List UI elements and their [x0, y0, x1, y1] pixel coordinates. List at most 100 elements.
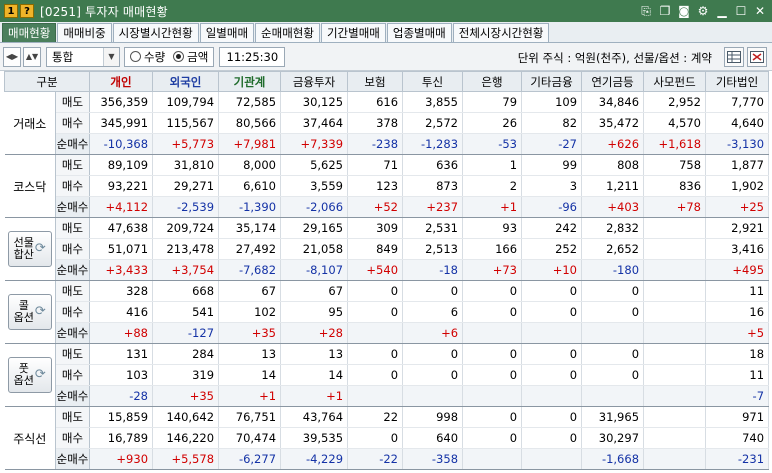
table-cell: 89,109: [89, 154, 154, 176]
market-select-value: 통합: [52, 49, 74, 64]
table-cell: -28: [89, 385, 154, 407]
col-header-insurance[interactable]: 보험: [347, 71, 404, 92]
refresh-icon[interactable]: ⟳: [35, 242, 46, 255]
col-header-private-fund[interactable]: 사모펀드: [643, 71, 707, 92]
table-row-sell[interactable]: 거래소 매도 356,359 109,794 72,585 30,125 616 3,855 7…: [4, 91, 770, 155]
table-cell: 0: [462, 343, 523, 365]
radio-quantity[interactable]: 수량: [130, 49, 165, 65]
table-row-net[interactable]: 순매수 +88 -127 +35 +28 +6 +5: [5, 322, 770, 344]
tab-daily-trading[interactable]: 일별매매: [199, 23, 255, 42]
table-cell: +5,578: [152, 448, 220, 470]
table-row-sell[interactable]: 선물 합산 ⟳ 매도 47,638 209,724 35,174 29,165 309 2,531…: [4, 217, 770, 281]
table-row-buy[interactable]: 매수 93,221 29,271 6,610 3,559 123 873 2 3 1,211 836…: [5, 175, 770, 197]
table-cell: 76,751: [218, 406, 282, 428]
col-header-financial-investment[interactable]: 금융투자: [280, 71, 349, 92]
market-toggle-button[interactable]: 콜 옵션 ⟳: [7, 294, 52, 330]
tab-trading-status[interactable]: 매매현황: [2, 23, 57, 42]
market-cell[interactable]: 풋 옵션 ⟳: [4, 343, 56, 407]
close-icon[interactable]: ✕: [752, 3, 768, 19]
toolbar: ◀▶ ▲▼ 통합 ▼ 수량 금액 11:25:30 단위 주식 : 억원(천주)…: [0, 43, 772, 71]
help-badge[interactable]: ?: [20, 4, 34, 18]
table-cell: 0: [521, 343, 583, 365]
market-toggle-button[interactable]: 풋 옵션 ⟳: [7, 357, 52, 393]
table-cell: 808: [581, 154, 645, 176]
col-header-other-finance[interactable]: 기타금융: [521, 71, 583, 92]
table-cell: 2,652: [581, 238, 645, 260]
table-cell: 72,585: [218, 91, 282, 113]
table-cell: +403: [581, 196, 645, 218]
table-cell: 213,478: [152, 238, 220, 260]
table-row-sell[interactable]: 콜 옵션 ⟳ 매도 328 668 67 67 0 0 0 0 0 11: [4, 280, 770, 344]
radio-amount[interactable]: 금액: [173, 49, 208, 65]
table-row-buy[interactable]: 매수 345,991 115,567 80,566 37,464 378 2,572 26 82…: [5, 112, 770, 134]
table-view-icon[interactable]: [724, 47, 744, 67]
table-row-net[interactable]: 순매수 +3,433 +3,754 -7,682 -8,107 +540 -18 +73 +10…: [5, 259, 770, 281]
market-toggle-button[interactable]: 선물 합산 ⟳: [7, 231, 52, 267]
tab-period-trading[interactable]: 기간별매매: [320, 23, 386, 42]
table-row-buy[interactable]: 매수 416 541 102 95 0 6 0 0 0 16: [5, 301, 770, 323]
table-cell: 252: [521, 238, 583, 260]
tab-all-market-time[interactable]: 전체시장시간현황: [452, 23, 550, 42]
table-cell: 836: [643, 175, 707, 197]
tab-market-time-status[interactable]: 시장별시간현황: [112, 23, 199, 42]
table-row-buy[interactable]: 매수 16,789 146,220 70,474 39,535 0 640 0 0 30,297 7…: [5, 427, 770, 449]
table-cell: +495: [705, 259, 770, 281]
table-row-net[interactable]: 순매수 -10,368 +5,773 +7,981 +7,339 -238 -1,283 -5…: [5, 133, 770, 155]
tab-net-trading[interactable]: 순매매현황: [255, 23, 320, 42]
table-row-buy[interactable]: 매수 103 319 14 14 0 0 0 0 0 11: [5, 364, 770, 386]
table-row-net[interactable]: 순매수 +930 +5,578 -6,277 -4,229 -22 -358 -1,668 -2…: [5, 448, 770, 470]
table-row-buy[interactable]: 매수 51,071 213,478 27,492 21,058 849 2,513 166 25…: [5, 238, 770, 260]
market-cell[interactable]: 콜 옵션 ⟳: [4, 280, 56, 344]
refresh-icon[interactable]: ⟳: [35, 305, 46, 318]
refresh-icon[interactable]: ⟳: [35, 368, 46, 381]
tab-sector-trading[interactable]: 업종별매매: [386, 23, 452, 42]
camera-icon[interactable]: ◙: [676, 3, 692, 19]
time-field[interactable]: 11:25:30: [219, 46, 286, 67]
market-cell[interactable]: 선물 합산 ⟳: [4, 217, 56, 281]
radio-amount-dot[interactable]: [173, 51, 185, 62]
table-row-sell[interactable]: 코스닥 매도 89,109 31,810 8,000 5,625 71 636 1 99 808 75…: [4, 154, 770, 218]
gear-icon[interactable]: ⚙: [695, 3, 711, 19]
link-icon[interactable]: ⎘: [638, 3, 654, 19]
up-down-arrows[interactable]: ▲▼: [23, 46, 41, 67]
col-header-foreigner[interactable]: 외국인: [152, 71, 220, 92]
table-cell: 309: [347, 217, 404, 239]
table-cell: -8,107: [280, 259, 349, 281]
table-cell: 67: [218, 280, 282, 302]
copy-icon[interactable]: ❐: [657, 3, 673, 19]
screen-number-badge[interactable]: 1: [4, 4, 18, 18]
table-cell: +540: [347, 259, 404, 281]
table-cell: 82: [521, 112, 583, 134]
table-row-sell[interactable]: 주식선 매도 15,859 140,642 76,751 43,764 22 998 0 0 31,…: [4, 406, 770, 470]
col-header-institution[interactable]: 기관계: [218, 71, 282, 92]
col-header-individual[interactable]: 개인: [89, 71, 154, 92]
prev-next-arrows[interactable]: ◀▶: [3, 46, 21, 67]
table-cell: [581, 385, 645, 407]
table-cell: +78: [643, 196, 707, 218]
table-cell: 31,965: [581, 406, 645, 428]
table-row-net[interactable]: 순매수 +4,112 -2,539 -1,390 -2,066 +52 +237 +1 -96 +…: [5, 196, 770, 218]
market-select[interactable]: 통합 ▼: [46, 46, 120, 67]
title-bar: 1 ? [0251] 투자자 매매현황 ⎘ ❐ ◙ ⚙ ▁ ☐ ✕: [0, 0, 772, 22]
table-cell: 47,638: [89, 217, 154, 239]
table-cell: 849: [347, 238, 404, 260]
chevron-down-icon[interactable]: ▼: [103, 47, 119, 66]
table-cell: [643, 448, 707, 470]
radio-quantity-dot[interactable]: [130, 51, 141, 62]
col-header-investment-trust[interactable]: 투신: [402, 71, 464, 92]
table-cell: +28: [280, 322, 349, 344]
table-cell: 0: [347, 280, 404, 302]
minimize-icon[interactable]: ▁: [714, 3, 730, 19]
table-row-sell[interactable]: 풋 옵션 ⟳ 매도 131 284 13 13 0 0 0 0 0 18: [4, 343, 770, 407]
maximize-icon[interactable]: ☐: [733, 3, 749, 19]
col-header-bank[interactable]: 은행: [462, 71, 523, 92]
table-cell: 43,764: [280, 406, 349, 428]
tab-trading-ratio[interactable]: 매매비중: [57, 23, 112, 42]
table-row-net[interactable]: 순매수 -28 +35 +1 +1 -7: [5, 385, 770, 407]
table-cell: -6,277: [218, 448, 282, 470]
col-header-other-corp[interactable]: 기타법인: [705, 71, 770, 92]
table-cell: 2,531: [402, 217, 464, 239]
excel-export-icon[interactable]: [747, 47, 767, 67]
table-cell: 5,625: [280, 154, 349, 176]
col-header-pension[interactable]: 연기금등: [581, 71, 645, 92]
